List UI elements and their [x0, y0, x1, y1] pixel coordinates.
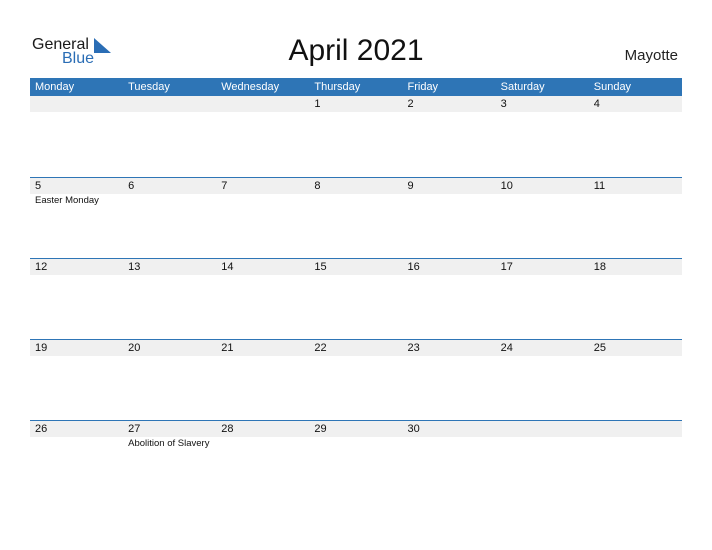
day-number: 24: [500, 342, 513, 354]
event-row: [30, 112, 682, 113]
day-number: 14: [221, 261, 234, 273]
holiday-label: Easter Monday: [35, 195, 99, 206]
week-row: 1 2 3 4: [30, 96, 682, 177]
day-number: 23: [407, 342, 420, 354]
holiday-label: [309, 194, 402, 206]
weekday-sunday: Sunday: [593, 81, 632, 93]
weekday-monday: Monday: [35, 81, 75, 93]
holiday-label: [30, 275, 123, 276]
day-number: 2: [407, 98, 414, 110]
weekday-wednesday: Wednesday: [221, 81, 280, 93]
day-number-row: 1 2 3 4: [30, 96, 682, 112]
week-row: 5 6 7 8 9 10 11 Easter Monday: [30, 177, 682, 258]
weekday-header: Monday Tuesday Wednesday Thursday Friday…: [30, 78, 682, 96]
day-number: 20: [128, 342, 141, 354]
day-number: 18: [593, 261, 606, 273]
day-number: 22: [314, 342, 327, 354]
day-number: 3: [500, 98, 507, 110]
day-number: 9: [407, 180, 414, 192]
day-number: 4: [593, 98, 600, 110]
day-number: [123, 96, 216, 112]
holiday-label: [589, 356, 682, 357]
day-number: 8: [314, 180, 321, 192]
day-number: 6: [128, 180, 135, 192]
country-label: Mayotte: [624, 47, 678, 64]
holiday-label: [496, 275, 589, 276]
day-number: [496, 421, 589, 437]
day-number: 28: [221, 423, 234, 435]
week-row: 12 13 14 15 16 17 18: [30, 258, 682, 339]
week-row: 19 20 21 22 23 24 25: [30, 339, 682, 420]
day-number: 13: [128, 261, 141, 273]
weekday-saturday: Saturday: [500, 81, 545, 93]
holiday-label: [496, 112, 589, 113]
weekday-thursday: Thursday: [314, 81, 361, 93]
day-number: 17: [500, 261, 513, 273]
day-number: 12: [35, 261, 48, 273]
day-number: [30, 96, 123, 112]
calendar-title: April 2021: [288, 34, 424, 67]
day-number: 16: [407, 261, 420, 273]
holiday-label: [496, 437, 589, 449]
holiday-label: [403, 112, 496, 113]
holiday-label: [589, 194, 682, 206]
day-number: [216, 96, 309, 112]
day-number: 29: [314, 423, 327, 435]
day-number: 11: [593, 180, 606, 192]
holiday-label: [589, 275, 682, 276]
holiday-label: [30, 112, 123, 113]
day-number-row: 19 20 21 22 23 24 25: [30, 339, 682, 356]
day-number: [589, 421, 682, 437]
day-number: 7: [221, 180, 228, 192]
holiday-label: [216, 356, 309, 357]
day-number: 30: [407, 423, 420, 435]
week-row: 26 27 28 29 30 Abolition of Slavery: [30, 420, 682, 501]
holiday-label: [403, 275, 496, 276]
holiday-label: [123, 356, 216, 357]
holiday-label: [496, 356, 589, 357]
day-number: 27: [128, 423, 141, 435]
day-number: 25: [593, 342, 606, 354]
holiday-label: [403, 437, 496, 449]
day-number: 19: [35, 342, 48, 354]
holiday-label: [123, 275, 216, 276]
day-number: 15: [314, 261, 327, 273]
holiday-label: [309, 112, 402, 113]
holiday-label: [403, 356, 496, 357]
day-number-row: 5 6 7 8 9 10 11: [30, 177, 682, 194]
calendar-grid: Monday Tuesday Wednesday Thursday Friday…: [30, 78, 682, 501]
holiday-label: [123, 194, 216, 206]
event-row: [30, 275, 682, 276]
day-number: 21: [221, 342, 234, 354]
day-number-row: 12 13 14 15 16 17 18: [30, 258, 682, 275]
holiday-label: [30, 437, 123, 449]
day-number: 10: [500, 180, 513, 192]
event-row: Easter Monday: [30, 194, 682, 206]
holiday-label: [309, 275, 402, 276]
holiday-label: [589, 112, 682, 113]
day-number: 1: [314, 98, 321, 110]
weekday-friday: Friday: [407, 81, 439, 93]
event-row: [30, 356, 682, 357]
day-number-row: 26 27 28 29 30: [30, 420, 682, 437]
holiday-label: [309, 437, 402, 449]
holiday-label: [496, 194, 589, 206]
holiday-label: [216, 112, 309, 113]
holiday-label: [216, 437, 309, 449]
holiday-label: [30, 356, 123, 357]
day-number: 26: [35, 423, 48, 435]
holiday-label: [309, 356, 402, 357]
day-number: 5: [35, 180, 42, 192]
weekday-tuesday: Tuesday: [128, 81, 170, 93]
holiday-label: [123, 112, 216, 113]
holiday-label: Abolition of Slavery: [128, 438, 210, 449]
holiday-label: [216, 194, 309, 206]
holiday-label: [216, 275, 309, 276]
holiday-label: [589, 437, 682, 449]
event-row: Abolition of Slavery: [30, 437, 682, 449]
holiday-label: [403, 194, 496, 206]
